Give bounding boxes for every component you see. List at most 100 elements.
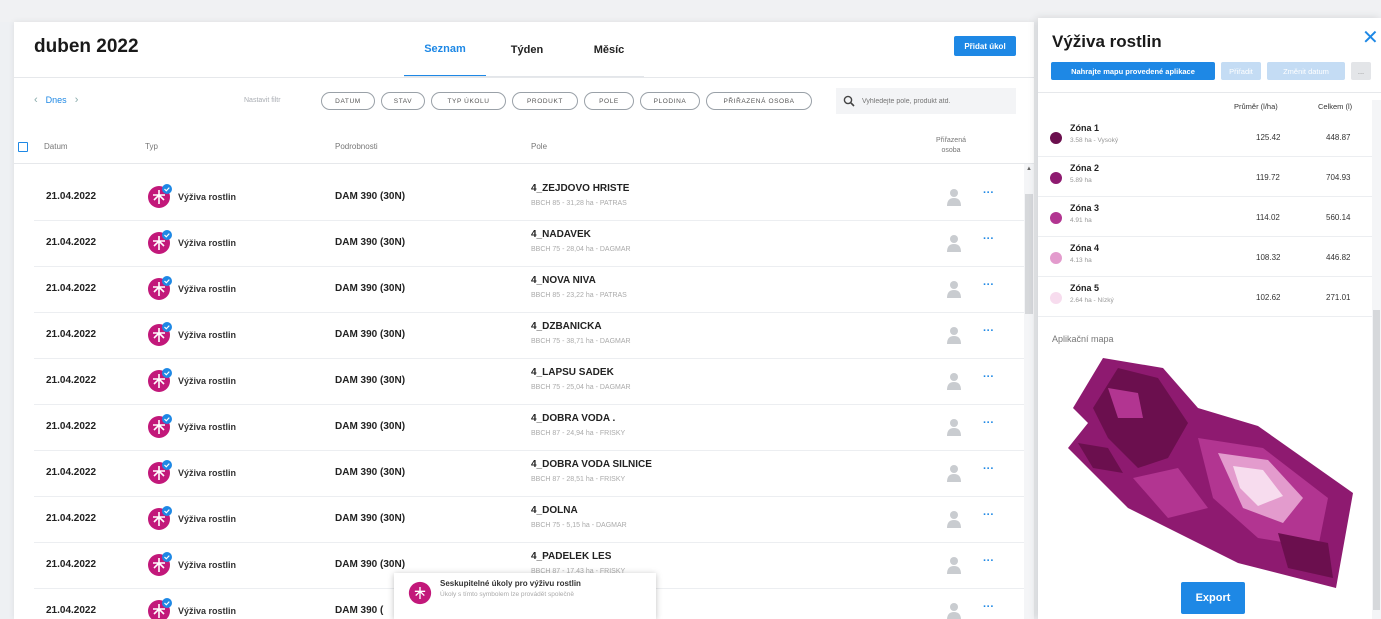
row-more-button[interactable]: ··· [983,509,994,521]
row-field[interactable]: 4_PADELEK LES [531,551,611,562]
table-row[interactable]: 21.04.2022 Výživa rostlin DAM 390 (30N) … [34,451,1024,497]
person-icon[interactable] [946,280,962,298]
table-row[interactable]: 21.04.2022 Výživa rostlin DAM 390 (30N) … [34,313,1024,359]
zone-info: 5.89 ha [1070,177,1092,184]
assign-button[interactable]: Přiřadit [1221,62,1261,80]
row-field[interactable]: 4_ZEJDOVO HRISTE [531,183,629,194]
row-more-button[interactable]: ··· [983,233,994,245]
row-field-info: BBCH 75 - 25,04 ha - DAGMAR [531,384,631,391]
table-row[interactable]: 21.04.2022 Výživa rostlin DAM 390 (30N) … [34,221,1024,267]
add-task-button[interactable]: Přidat úkol [954,36,1016,56]
table-row[interactable]: 21.04.2022 Výživa rostlin DAM 390 (30N) … [34,175,1024,221]
plant-nutrition-icon [148,598,172,619]
row-more-button[interactable]: ··· [983,279,994,291]
person-icon[interactable] [946,602,962,619]
row-field[interactable]: 4_DOBRA VODA . [531,413,615,424]
table-scrollbar[interactable]: ▲ [1024,164,1034,619]
row-type: Výživa rostlin [178,606,237,616]
filter-label: Nastavit filtr [244,97,281,104]
row-more-button[interactable]: ··· [983,371,994,383]
zone-name: Zóna 4 [1070,243,1100,253]
row-field-info: BBCH 85 - 23,22 ha - PATRAS [531,292,627,299]
zone-total: 271.01 [1326,293,1351,302]
row-detail: DAM 390 (30N) [335,513,406,524]
today-link[interactable]: Dnes [46,95,67,105]
column-field[interactable]: Pole [531,142,547,151]
panel-scrollbar-thumb[interactable] [1373,310,1380,610]
table-row[interactable]: 21.04.2022 Výživa rostlin DAM 390 (30N) … [34,267,1024,313]
person-icon[interactable] [946,464,962,482]
application-map[interactable] [1048,348,1368,598]
row-detail: DAM 390 (30N) [335,191,406,202]
person-icon[interactable] [946,510,962,528]
change-date-button[interactable]: Změnit datum [1267,62,1345,80]
row-field[interactable]: 4_NOVA NIVA [531,275,596,286]
filter-chip-task-type[interactable]: TYP ÚKOLU [431,92,506,110]
scroll-up-icon[interactable]: ▲ [1026,166,1032,172]
filter-chip-product[interactable]: PRODUKT [512,92,578,110]
zone-color-swatch [1050,132,1062,144]
filter-chip-field[interactable]: POLE [584,92,634,110]
scrollbar-thumb[interactable] [1025,194,1033,314]
tab-month[interactable]: Měsíc [568,22,650,77]
upload-application-map-button[interactable]: Nahrajte mapu provedené aplikace [1051,62,1215,80]
select-all-checkbox[interactable] [18,142,28,152]
row-more-button[interactable]: ··· [983,555,994,567]
filter-chip-date[interactable]: DATUM [321,92,375,110]
person-icon[interactable] [946,188,962,206]
zone-row[interactable]: Zóna 3 4.91 ha 114.02 560.14 [1038,198,1372,237]
column-type[interactable]: Typ [145,142,158,151]
zone-row[interactable]: Zóna 2 5.89 ha 119.72 704.93 [1038,158,1372,197]
row-date: 21.04.2022 [46,467,97,478]
row-more-button[interactable]: ··· [983,325,994,337]
zone-average: 108.32 [1256,253,1281,262]
column-average: Průměr (l/ha) [1234,102,1278,111]
person-icon[interactable] [946,234,962,252]
row-detail: DAM 390 (30N) [335,375,406,386]
panel-scrollbar[interactable] [1372,100,1381,619]
row-more-button[interactable]: ··· [983,417,994,429]
zone-row[interactable]: Zóna 4 4.13 ha 108.32 446.82 [1038,238,1372,277]
zone-info: 2.64 ha - Nízký [1070,297,1114,304]
toolbar: ‹ Dnes › Nastavit filtr DATUM STAV TYP Ú… [14,88,1034,116]
person-icon[interactable] [946,326,962,344]
row-more-button[interactable]: ··· [983,463,994,475]
chevron-left-icon[interactable]: ‹ [34,94,38,106]
row-field[interactable]: 4_NADAVEK [531,229,591,240]
tab-week[interactable]: Týden [486,22,568,77]
filter-chip-assigned-person[interactable]: PŘIŘAZENÁ OSOBA [706,92,812,110]
tab-list[interactable]: Seznam [404,22,486,77]
close-icon[interactable]: ✕ [1362,28,1379,48]
person-icon[interactable] [946,418,962,436]
more-options-button[interactable]: ... [1351,62,1371,80]
row-type: Výživa rostlin [178,192,237,202]
search-input[interactable] [862,97,1012,105]
row-field[interactable]: 4_DOLNA [531,505,578,516]
filter-chip-status[interactable]: STAV [381,92,425,110]
column-details[interactable]: Podrobnosti [335,142,378,151]
chevron-right-icon[interactable]: › [75,94,79,106]
row-type: Výživa rostlin [178,238,237,248]
table-row[interactable]: 21.04.2022 Výživa rostlin DAM 390 (30N) … [34,405,1024,451]
row-more-button[interactable]: ··· [983,601,994,613]
zone-average: 119.72 [1256,173,1280,182]
person-icon[interactable] [946,372,962,390]
column-assigned-person[interactable]: Přiřazená osoba [926,136,976,156]
row-field[interactable]: 4_DOBRA VODA SILNICE [531,459,652,470]
plant-nutrition-icon [148,276,172,300]
date-nav: ‹ Dnes › [34,94,78,106]
table-row[interactable]: 21.04.2022 Výživa rostlin DAM 390 (30N) … [34,497,1024,543]
row-date: 21.04.2022 [46,283,97,294]
zone-row[interactable]: Zóna 1 3.58 ha - Vysoký 125.42 448.87 [1038,118,1372,157]
row-date: 21.04.2022 [46,237,97,248]
row-field[interactable]: 4_DZBANICKA [531,321,602,332]
person-icon[interactable] [946,556,962,574]
export-button[interactable]: Export [1181,582,1245,614]
table-row[interactable]: 21.04.2022 Výživa rostlin DAM 390 (30N) … [34,359,1024,405]
row-more-button[interactable]: ··· [983,187,994,199]
zone-row[interactable]: Zóna 5 2.64 ha - Nízký 102.62 271.01 [1038,278,1372,317]
row-detail: DAM 390 (30N) [335,559,406,570]
row-field[interactable]: 4_LAPSU SADEK [531,367,614,378]
column-date[interactable]: Datum [44,142,68,151]
filter-chip-crop[interactable]: PLODINA [640,92,700,110]
